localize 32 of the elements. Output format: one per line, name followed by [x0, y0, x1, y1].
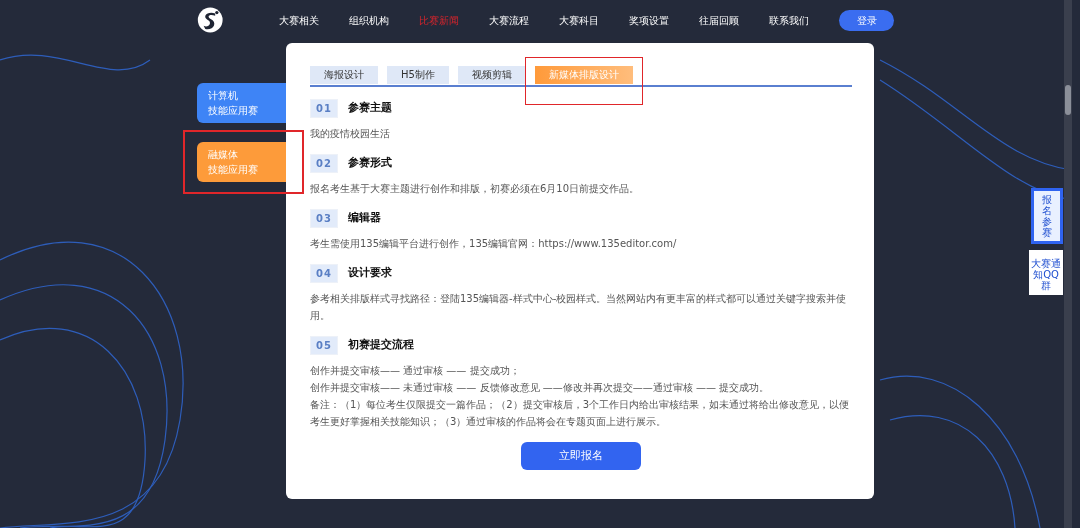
paragraph: 我的疫情校园生活 [310, 127, 391, 141]
paragraph: 备注：（1）每位考生仅限提交一篇作品；（2）提交审核后，3个工作日内给出审核结果，如未通过将给出修改意见，以便考生更好掌握相关技能知识；（3）通过审核的作品将会在专题页面上进行展示。 [310, 398, 851, 429]
section-number: 04 [310, 264, 338, 283]
nav-link[interactable]: 往届回顾 [699, 12, 740, 28]
tab[interactable]: 海报设计 [310, 65, 378, 84]
nav-link[interactable]: 组织机构 [349, 12, 390, 28]
section-number: 03 [310, 209, 338, 228]
nav-link[interactable]: 大赛相关 [279, 12, 320, 28]
paragraph: 创作并提交审核—— 未通过审核 —— 反馈修改意见 ——修改并再次提交——通过审核 —— 提交成功。 [310, 381, 771, 395]
section-title: 初赛提交流程 [347, 337, 414, 354]
paragraph: 报名考生基于大赛主题进行创作和排版，初赛必须在6月10日前提交作品。 [310, 182, 641, 196]
paragraph: 考生需使用135编辑平台进行创作，135编辑官网：https://www.135editor.com/ [310, 237, 678, 251]
section-number: 01 [310, 99, 338, 118]
tab[interactable]: 视频剪辑 [457, 65, 526, 84]
signup-button[interactable]: 立即报名 [521, 442, 641, 470]
section-title: 参赛主题 [347, 100, 392, 117]
nav-link[interactable]: 大赛科目 [559, 12, 600, 28]
nav-link[interactable]: 大赛流程 [489, 12, 530, 28]
tab[interactable]: H5制作 [387, 65, 449, 84]
paragraph: 创作并提交审核—— 通过审核 —— 提交成功； [310, 364, 521, 378]
signup-float-button[interactable]: 报名参赛 [1031, 188, 1063, 244]
section-number: 05 [310, 336, 338, 355]
nav-link[interactable]: 联系我们 [769, 12, 810, 28]
qq-group-button[interactable]: 大赛通知QQ群 [1029, 250, 1063, 295]
side-tab[interactable]: 计算机 技能应用赛 [197, 83, 286, 123]
section-title: 编辑器 [347, 210, 381, 227]
paragraph: 参考相关排版样式寻找路径：登陆135编辑器-样式中心-校园样式。当然网站内有更丰富的样式都可以通过关键字搜索并使用。 [310, 292, 848, 323]
section-number: 02 [310, 154, 338, 173]
login-button[interactable]: 登录 [839, 9, 894, 31]
section-title: 参赛形式 [347, 155, 392, 172]
section-title: 设计要求 [347, 265, 392, 282]
nav-link[interactable]: 奖项设置 [629, 12, 670, 28]
